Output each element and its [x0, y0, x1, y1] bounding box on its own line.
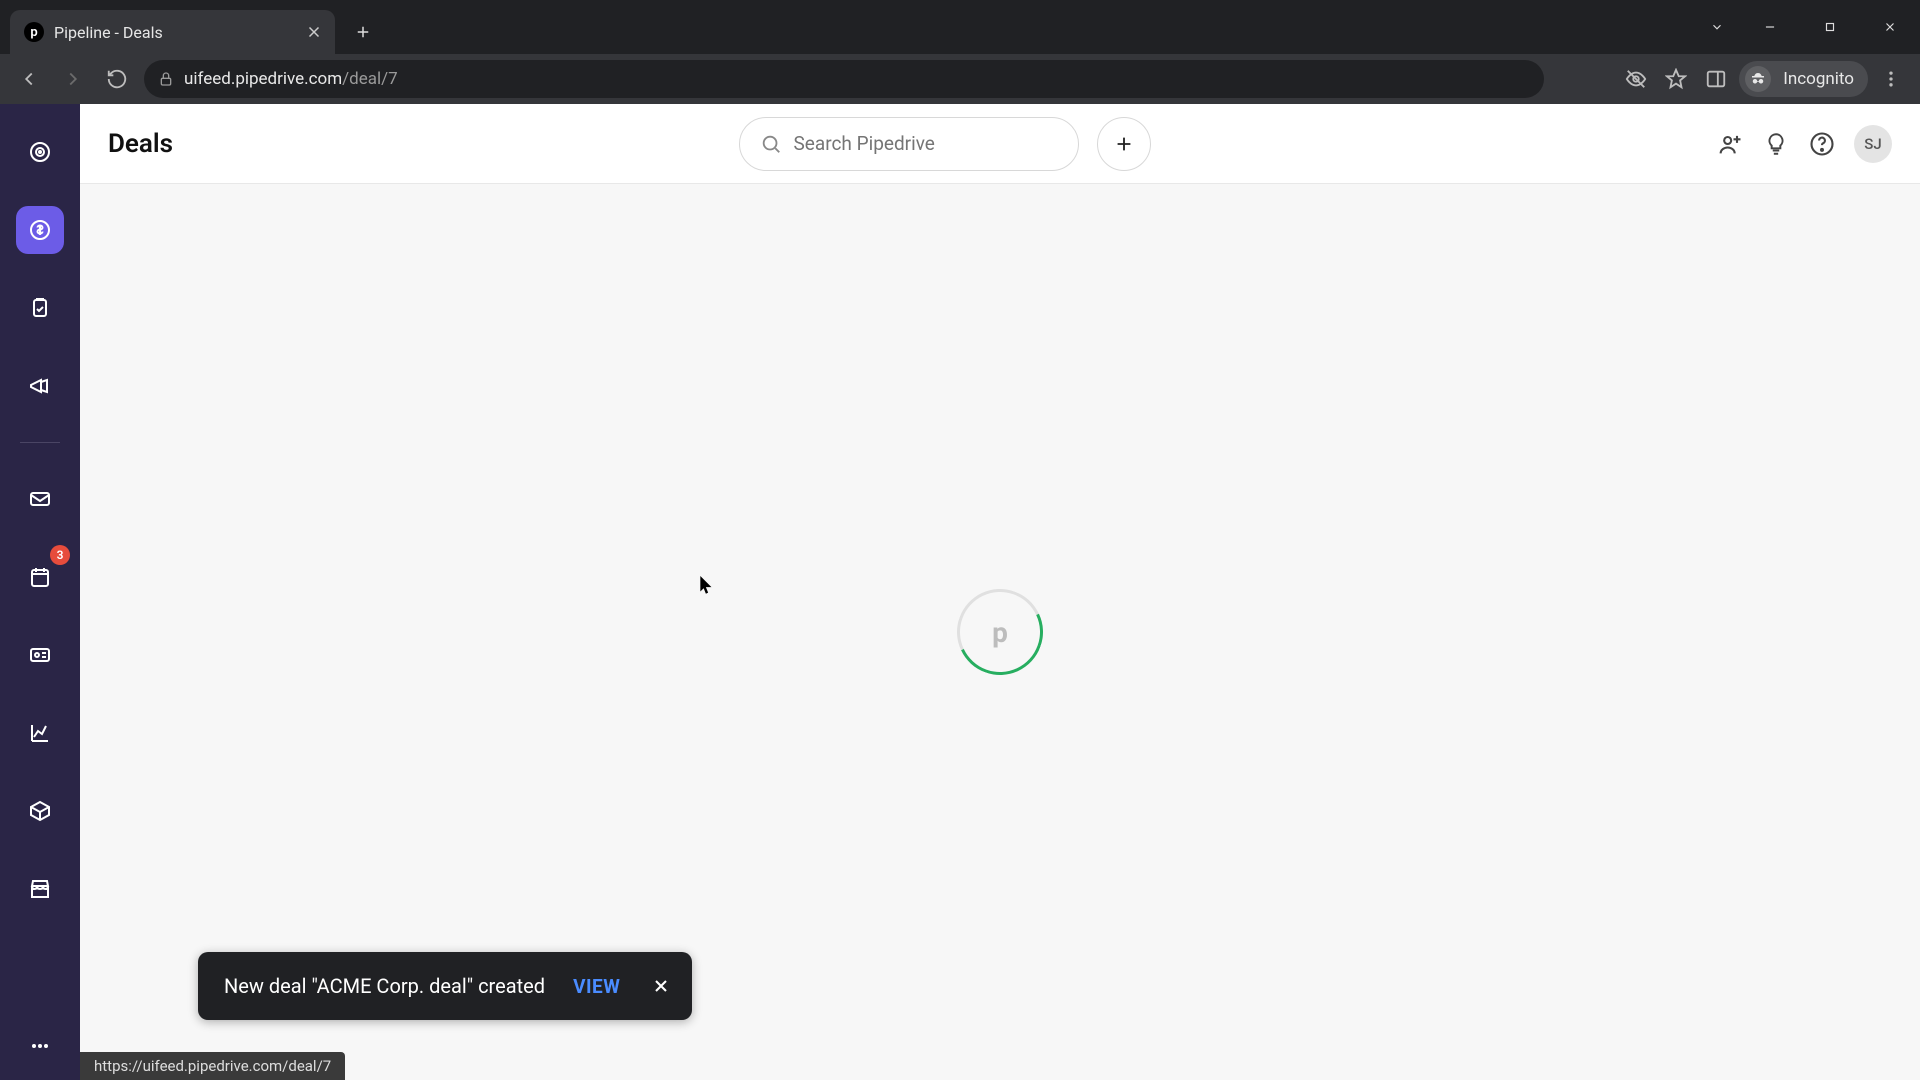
target-icon: [28, 140, 52, 164]
app-header: Deals SJ: [80, 104, 1920, 184]
invite-users-button[interactable]: [1716, 130, 1744, 158]
lightbulb-icon: [1763, 131, 1789, 157]
browser-menu-icon[interactable]: [1874, 62, 1908, 96]
box-icon: [28, 799, 52, 823]
window-maximize-button[interactable]: [1800, 5, 1860, 49]
lock-icon: [158, 71, 174, 87]
search-icon: [760, 133, 782, 155]
new-tab-button[interactable]: [345, 14, 381, 50]
help-button[interactable]: [1808, 130, 1836, 158]
window-controls: [1694, 0, 1920, 54]
sidebar-item-deals[interactable]: [16, 206, 64, 254]
incognito-icon: [1745, 66, 1771, 92]
sales-assistant-button[interactable]: [1762, 130, 1790, 158]
plus-icon: [1113, 133, 1135, 155]
sidebar-item-leads[interactable]: [16, 128, 64, 176]
main-content: p New deal "ACME Corp. deal" created VIE…: [80, 184, 1920, 1080]
sidebar-item-mail[interactable]: [16, 475, 64, 523]
status-url: https://uifeed.pipedrive.com/deal/7: [94, 1057, 331, 1075]
user-plus-icon: [1716, 130, 1744, 158]
quick-add-button[interactable]: [1097, 117, 1151, 171]
incognito-indicator[interactable]: Incognito: [1739, 61, 1868, 97]
loading-spinner: p: [957, 589, 1043, 675]
mouse-cursor: [700, 576, 714, 596]
chart-icon: [28, 721, 52, 745]
browser-forward-button: [56, 62, 90, 96]
megaphone-icon: [28, 374, 52, 398]
toast-close-button[interactable]: [648, 973, 674, 999]
bookmark-icon[interactable]: [1659, 62, 1693, 96]
incognito-label: Incognito: [1783, 69, 1854, 89]
contacts-icon: [28, 643, 52, 667]
sidebar-item-projects[interactable]: [16, 284, 64, 332]
search-input[interactable]: [794, 132, 1058, 155]
browser-addressbar: uifeed.pipedrive.com/deal/7 Incognito: [0, 54, 1920, 104]
user-avatar[interactable]: SJ: [1854, 125, 1892, 163]
window-close-button[interactable]: [1860, 5, 1920, 49]
store-icon: [28, 877, 52, 901]
tab-close-icon[interactable]: [305, 23, 323, 41]
toast-message: New deal "ACME Corp. deal" created: [224, 974, 545, 998]
toast-view-button[interactable]: VIEW: [573, 975, 620, 998]
spinner-logo: p: [957, 589, 1043, 675]
browser-back-button[interactable]: [12, 62, 46, 96]
sidebar-item-products[interactable]: [16, 787, 64, 835]
url-field[interactable]: uifeed.pipedrive.com/deal/7: [144, 60, 1544, 98]
activities-badge: 3: [50, 545, 70, 565]
tabs-dropdown-icon[interactable]: [1694, 5, 1740, 49]
page-title: Deals: [108, 129, 173, 159]
toast-notification: New deal "ACME Corp. deal" created VIEW: [198, 952, 692, 1020]
url-text: uifeed.pipedrive.com/deal/7: [184, 69, 398, 89]
dollar-icon: [28, 218, 52, 242]
mail-icon: [28, 487, 52, 511]
sidebar-item-campaigns[interactable]: [16, 362, 64, 410]
help-icon: [1808, 130, 1836, 158]
sidebar-more-button[interactable]: [16, 1022, 64, 1070]
sidebar-item-marketplace[interactable]: [16, 865, 64, 913]
cookies-blocked-icon[interactable]: [1619, 62, 1653, 96]
clipboard-check-icon: [28, 296, 52, 320]
browser-tabbar: p Pipeline - Deals: [0, 0, 1920, 54]
browser-reload-button[interactable]: [100, 62, 134, 96]
sidebar-item-activities[interactable]: 3: [16, 553, 64, 601]
sidebar-item-insights[interactable]: [16, 709, 64, 757]
panel-icon[interactable]: [1699, 62, 1733, 96]
dots-horizontal-icon: [28, 1034, 52, 1058]
app-sidebar: 3: [0, 104, 80, 1080]
search-box[interactable]: [739, 117, 1079, 171]
sidebar-item-contacts[interactable]: [16, 631, 64, 679]
close-icon: [651, 976, 671, 996]
browser-statusbar: https://uifeed.pipedrive.com/deal/7: [80, 1052, 345, 1080]
window-minimize-button[interactable]: [1740, 5, 1800, 49]
browser-tab[interactable]: p Pipeline - Deals: [10, 10, 335, 54]
calendar-icon: [28, 565, 52, 589]
tab-title: Pipeline - Deals: [54, 23, 295, 42]
tab-favicon: p: [24, 22, 44, 42]
sidebar-divider: [20, 442, 60, 443]
